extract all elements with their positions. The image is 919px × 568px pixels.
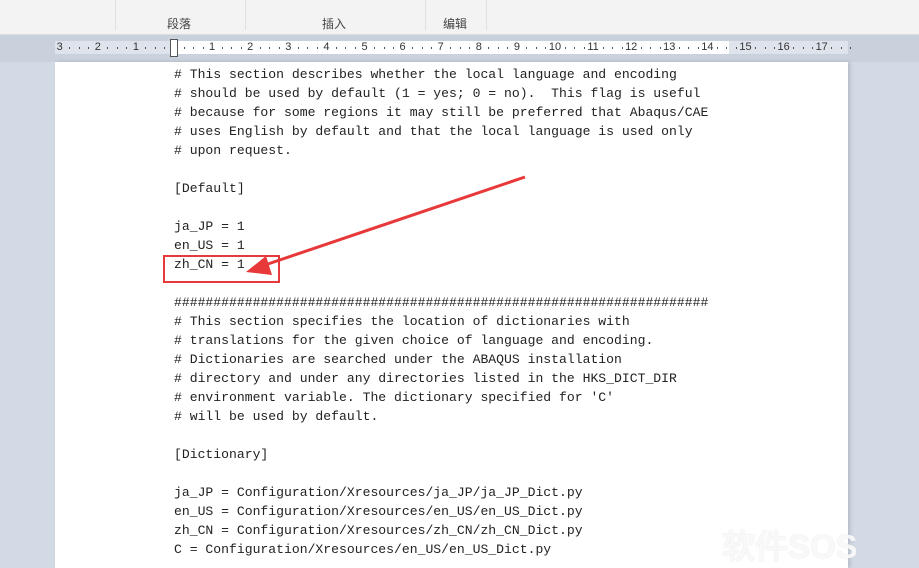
arrow-head-icon <box>246 256 272 275</box>
arrow-shaft <box>261 175 526 268</box>
watermark: 软件SOS <box>722 528 858 565</box>
annotation-arrow <box>246 175 526 275</box>
